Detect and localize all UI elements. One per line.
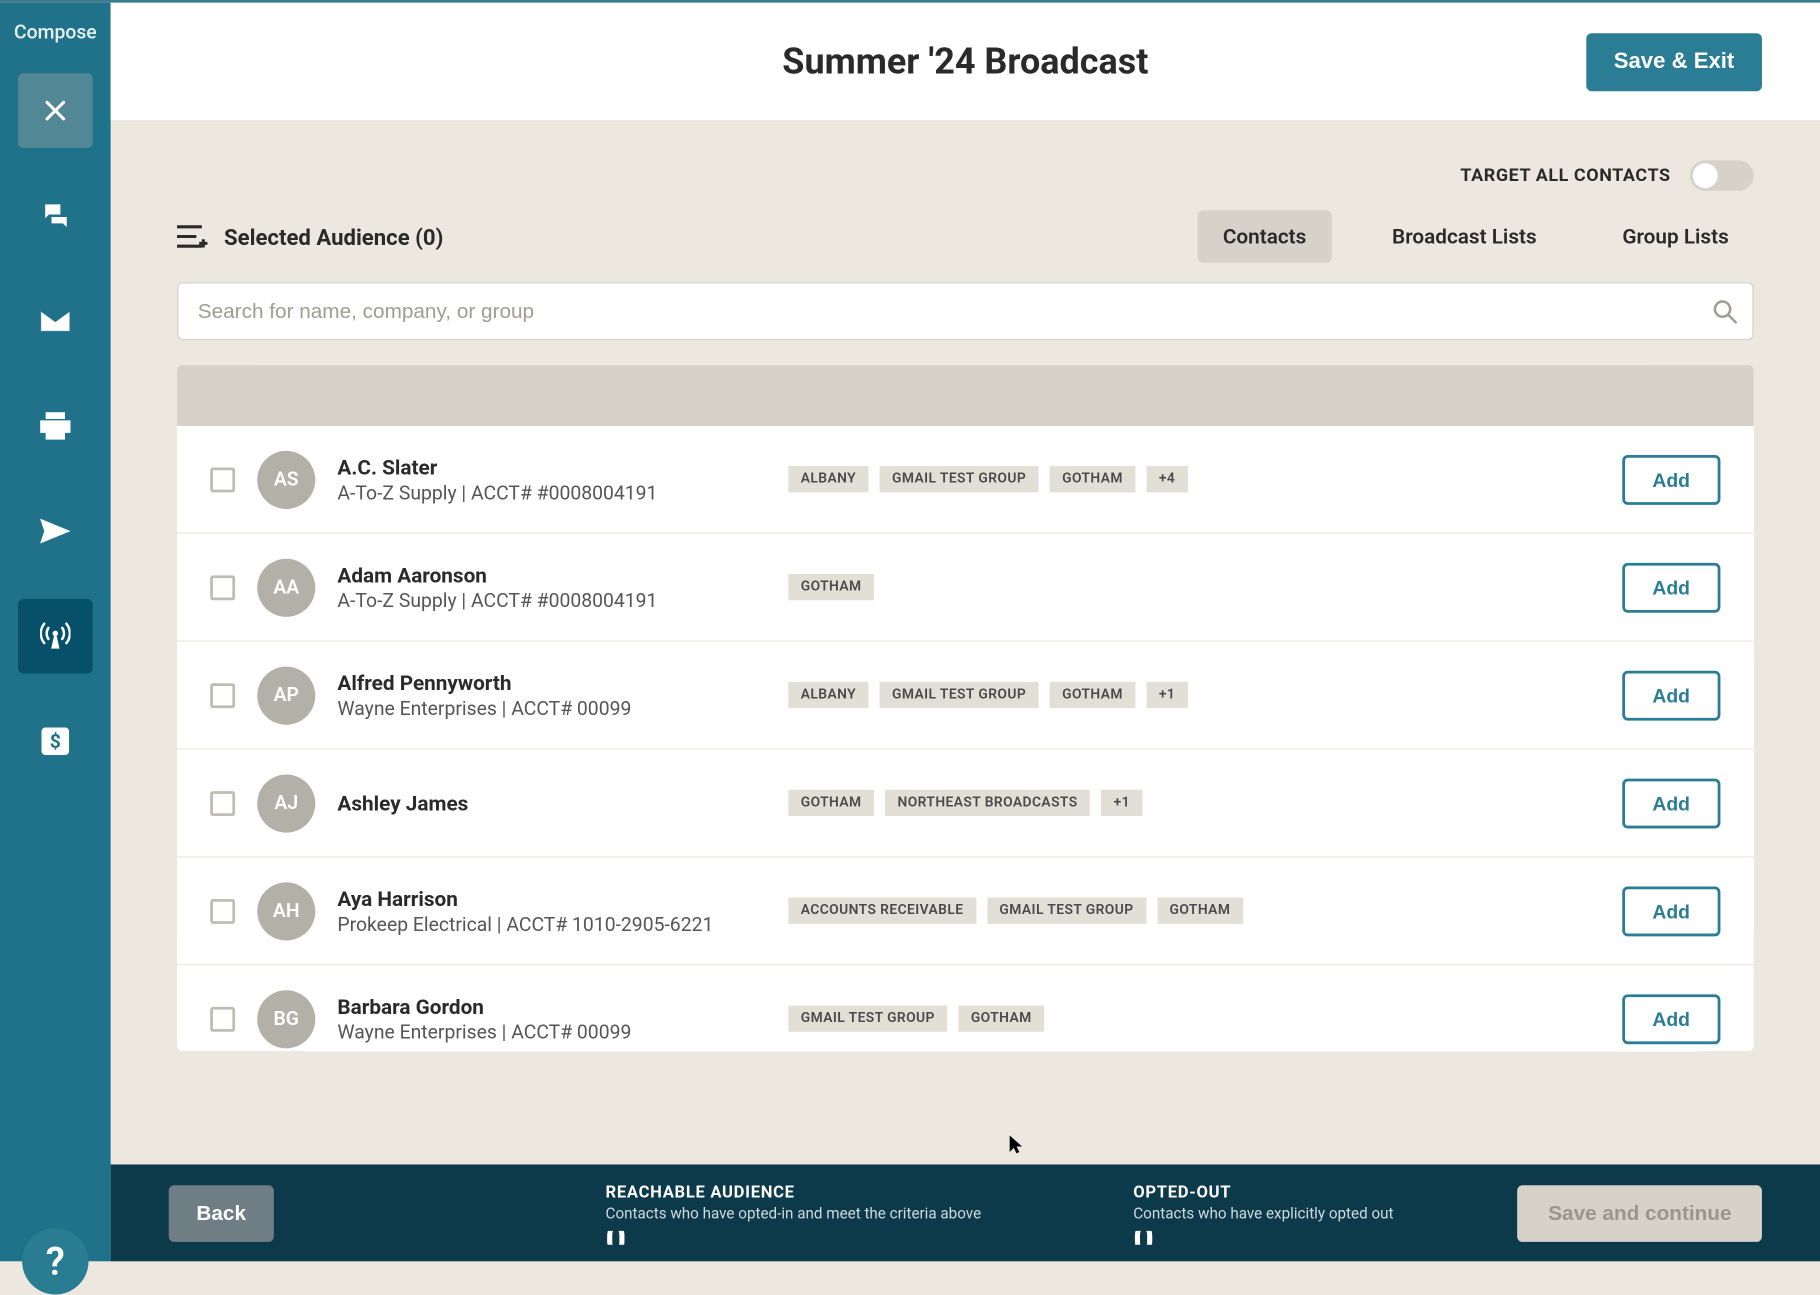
svg-text:$: $ — [50, 730, 61, 753]
contact-name: Barbara Gordon — [337, 994, 766, 1019]
opted-subtitle: Contacts who have explicitly opted out — [1133, 1204, 1393, 1222]
avatar: AP — [257, 666, 315, 724]
close-button[interactable] — [18, 73, 93, 148]
contact-subtitle: Prokeep Electrical | ACCT# 1010-2905-622… — [337, 913, 766, 935]
dollar-icon: $ — [41, 727, 69, 755]
opted-title: OPTED-OUT — [1133, 1182, 1393, 1201]
contact-checkbox[interactable] — [210, 575, 235, 600]
sidebar-compose-label: Compose — [14, 3, 97, 58]
back-button[interactable]: Back — [169, 1185, 274, 1242]
reachable-title: REACHABLE AUDIENCE — [606, 1182, 982, 1201]
sidebar: Compose $ ? — [0, 3, 111, 1262]
contact-tag: ALBANY — [788, 682, 868, 708]
contact-tag: GOTHAM — [958, 1005, 1044, 1031]
avatar: AS — [257, 450, 315, 508]
contacts-list: AS A.C. Slater A-To-Z Supply | ACCT# #0008… — [177, 365, 1754, 1051]
broadcast-icon — [40, 621, 70, 651]
avatar: BG — [257, 990, 315, 1048]
sidebar-item-payments[interactable]: $ — [18, 704, 93, 779]
mail-icon — [40, 310, 70, 332]
save-exit-button[interactable]: Save & Exit — [1586, 33, 1762, 91]
contact-checkbox[interactable] — [210, 1006, 235, 1031]
add-contact-button[interactable]: Add — [1622, 454, 1720, 504]
contact-tag: +4 — [1146, 466, 1187, 492]
add-contact-button[interactable]: Add — [1622, 670, 1720, 720]
contact-tag: GMAIL TEST GROUP — [880, 466, 1039, 492]
contact-tag: GOTHAM — [788, 790, 874, 816]
contact-row: AJ Ashley James GOTHAM NORTHEAST BROADCASTS… — [177, 750, 1754, 858]
search-icon — [1712, 299, 1737, 324]
topbar: Summer '24 Broadcast Save & Exit — [111, 3, 1820, 122]
footer: Back REACHABLE AUDIENCE Contacts who hav… — [111, 1164, 1820, 1261]
contact-checkbox[interactable] — [210, 790, 235, 815]
add-contact-button[interactable]: Add — [1622, 994, 1720, 1044]
contact-name: Alfred Pennyworth — [337, 670, 766, 695]
save-continue-button[interactable]: Save and continue — [1518, 1185, 1762, 1242]
sidebar-item-mail[interactable] — [18, 284, 93, 359]
contact-tag: ALBANY — [788, 466, 868, 492]
sidebar-item-print[interactable] — [18, 389, 93, 464]
contact-tag: GMAIL TEST GROUP — [880, 682, 1039, 708]
search-input[interactable] — [177, 282, 1754, 340]
tab-group-lists[interactable]: Group Lists — [1597, 210, 1753, 263]
contact-row: AA Adam Aaronson A-To-Z Supply | ACCT# #00… — [177, 534, 1754, 642]
contact-tag: GMAIL TEST GROUP — [987, 898, 1146, 924]
send-icon — [40, 519, 70, 544]
add-contact-button[interactable]: Add — [1622, 886, 1720, 936]
selected-audience-header: Selected Audience (0) — [177, 223, 443, 249]
help-button[interactable]: ? — [22, 1228, 88, 1294]
contact-checkbox[interactable] — [210, 467, 235, 492]
sidebar-item-send[interactable] — [18, 494, 93, 569]
add-contact-button[interactable]: Add — [1622, 562, 1720, 612]
target-all-label: TARGET ALL CONTACTS — [1460, 165, 1670, 186]
avatar: AH — [257, 882, 315, 940]
contact-checkbox[interactable] — [210, 898, 235, 923]
contact-tag: GOTHAM — [1157, 898, 1243, 924]
contact-subtitle: A-To-Z Supply | ACCT# #0008004191 — [337, 482, 766, 504]
contact-tag: ACCOUNTS RECEIVABLE — [788, 898, 976, 924]
tab-broadcast-lists[interactable]: Broadcast Lists — [1367, 210, 1561, 263]
contact-name: A.C. Slater — [337, 454, 766, 479]
opted-count: 0 — [1133, 1230, 1393, 1244]
sidebar-item-chat[interactable] — [18, 178, 93, 253]
contact-row: BG Barbara GordonWayne Enterprises | ACCT… — [177, 965, 1754, 1051]
contact-tag: GOTHAM — [1050, 682, 1136, 708]
selected-audience-label: Selected Audience (0) — [224, 223, 443, 249]
contact-checkbox[interactable] — [210, 683, 235, 708]
avatar: AJ — [257, 774, 315, 832]
tab-contacts[interactable]: Contacts — [1198, 210, 1331, 263]
print-icon — [40, 412, 70, 440]
filter-list-icon — [177, 224, 207, 249]
contact-tag: GOTHAM — [788, 574, 874, 600]
add-contact-button[interactable]: Add — [1622, 778, 1720, 828]
help-icon: ? — [46, 1238, 65, 1284]
contact-subtitle: A-To-Z Supply | ACCT# #0008004191 — [337, 590, 766, 612]
contact-name: Ashley James — [337, 790, 766, 815]
contact-row: AP Alfred Pennyworth Wayne Enterprises | A… — [177, 642, 1754, 750]
contact-tag: +1 — [1101, 790, 1142, 816]
contact-tag: NORTHEAST BROADCASTS — [885, 790, 1090, 816]
chat-icon — [40, 201, 70, 231]
sidebar-item-broadcast[interactable] — [18, 599, 93, 674]
contact-tag: GMAIL TEST GROUP — [788, 1005, 947, 1031]
contact-subtitle: Wayne Enterprises | ACCT# 00099 — [337, 698, 766, 720]
contact-subtitle: Wayne Enterprises | ACCT# 00099 — [337, 1021, 766, 1043]
contact-row: AS A.C. Slater A-To-Z Supply | ACCT# #0008… — [177, 426, 1754, 534]
target-all-toggle[interactable] — [1690, 160, 1754, 190]
contact-name: Aya Harrison — [337, 886, 766, 911]
reachable-subtitle: Contacts who have opted-in and meet the … — [606, 1204, 982, 1222]
avatar: AA — [257, 558, 315, 616]
page-title: Summer '24 Broadcast — [782, 41, 1148, 82]
reachable-count: 0 — [606, 1230, 982, 1244]
contact-row: AH Aya HarrisonProkeep Electrical | ACCT#… — [177, 857, 1754, 965]
contact-name: Adam Aaronson — [337, 562, 766, 587]
close-icon — [41, 97, 69, 125]
contact-tag: +1 — [1146, 682, 1187, 708]
contact-tag: GOTHAM — [1050, 466, 1136, 492]
